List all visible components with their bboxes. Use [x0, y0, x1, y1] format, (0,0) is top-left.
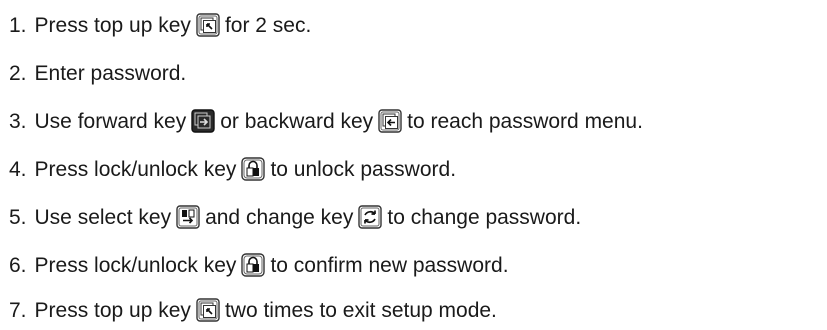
step-item: 2. Enter password.	[9, 48, 643, 96]
step-text: for 2 sec.	[224, 13, 312, 37]
step-item: 6. Press lock/unlock key to confirm new p…	[9, 240, 643, 288]
step-text: Press top up key	[34, 298, 191, 322]
step-number: 3.	[9, 109, 27, 133]
step-text: Use forward key	[34, 109, 187, 133]
step-text: to unlock password.	[270, 157, 457, 181]
select-key-icon	[176, 205, 200, 229]
step-text: Press lock/unlock key	[34, 157, 237, 181]
change-key-icon	[358, 205, 383, 229]
step-item: 3. Use forward key or backward key to rea…	[9, 96, 643, 144]
instruction-list: 1. Press top up key for 2 sec. 2. Enter pas…	[9, 0, 643, 330]
step-text: to reach password menu.	[407, 109, 643, 133]
step-item: 5. Use select key and change key to chang…	[9, 192, 643, 240]
step-item: 1. Press top up key for 2 sec.	[9, 0, 643, 48]
forward-key-icon	[191, 109, 215, 133]
top-up-key-icon	[196, 13, 220, 37]
step-text: two times to exit setup mode.	[224, 298, 497, 322]
step-number: 2.	[9, 61, 27, 85]
step-text: Press top up key	[34, 13, 191, 37]
step-number: 5.	[9, 205, 27, 229]
step-text: Enter password.	[34, 61, 187, 85]
step-text: to confirm new password.	[270, 253, 509, 277]
step-text: Press lock/unlock key	[34, 253, 237, 277]
lock-unlock-key-icon	[241, 157, 266, 181]
step-number: 6.	[9, 253, 27, 277]
step-item: 7. Press top up key two times to exit set…	[9, 288, 643, 330]
top-up-key-icon	[196, 298, 220, 322]
step-text: Use select key	[34, 205, 172, 229]
step-number: 7.	[9, 298, 27, 322]
step-text: and change key	[205, 205, 354, 229]
lock-unlock-key-icon	[241, 253, 266, 277]
step-text: or backward key	[220, 109, 374, 133]
backward-key-icon	[378, 109, 402, 133]
step-item: 4. Press lock/unlock key to unlock passwo…	[9, 144, 643, 192]
step-text: to change password.	[387, 205, 582, 229]
step-number: 4.	[9, 157, 27, 181]
step-number: 1.	[9, 13, 27, 37]
